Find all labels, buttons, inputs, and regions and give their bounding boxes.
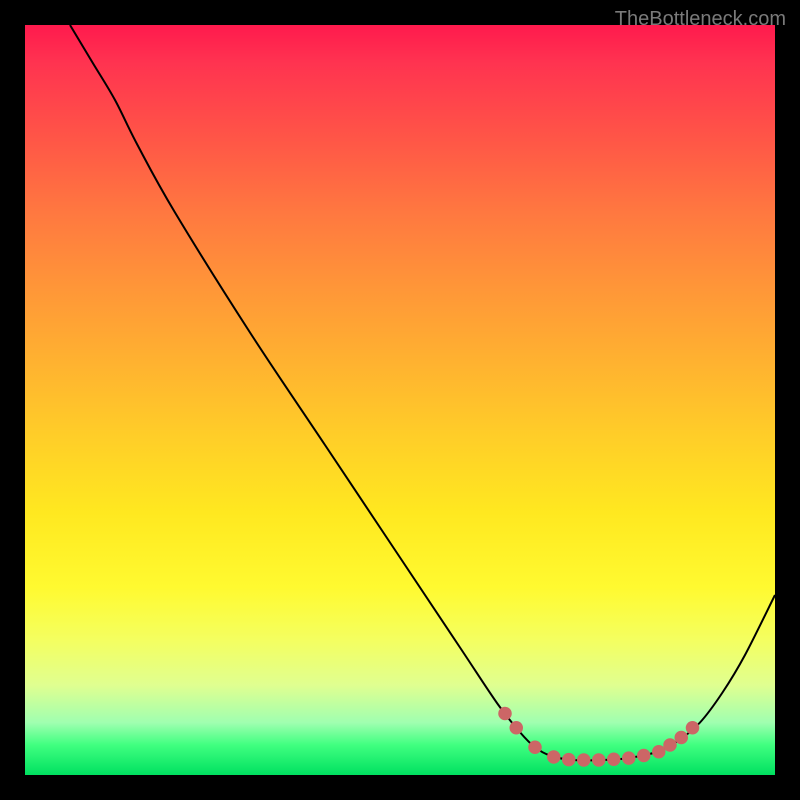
highlight-dot [510,721,524,735]
highlight-dot [562,753,576,767]
highlight-dot [498,707,512,721]
chart-plot-area [25,25,775,775]
watermark-text: TheBottleneck.com [615,8,786,31]
highlight-dot [663,738,677,752]
highlight-dot [652,745,666,759]
highlight-dot [686,721,700,735]
highlight-dot [607,753,621,767]
highlight-dot [547,750,561,764]
highlight-dot [528,741,542,755]
optimal-range-dots [25,25,775,775]
highlight-dot [637,749,651,763]
highlight-dot [675,731,689,745]
highlight-dot [592,753,606,767]
highlight-dot [577,753,591,767]
highlight-dot [622,751,636,765]
